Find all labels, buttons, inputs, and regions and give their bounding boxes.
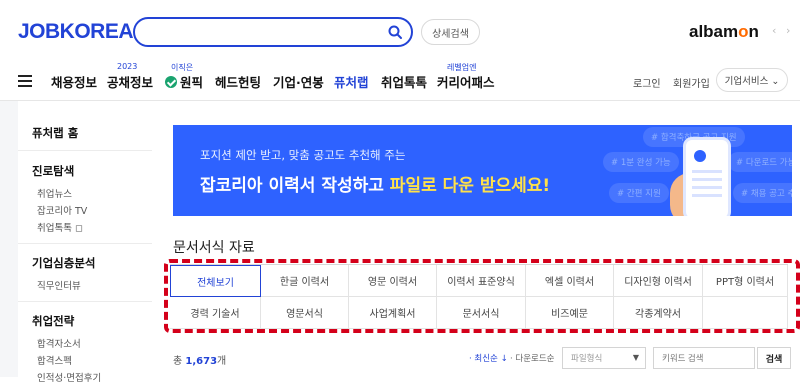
nav-item-open-recruit[interactable]: 공채정보 [107,72,153,91]
promo-banner[interactable]: # 합격축하금 공고 지원 # 1분 완성 가능 # 다운로드 가능 # 간편 … [173,125,792,216]
banner-title-highlight: 파일로 다운 받으세요! [389,176,551,196]
nav-item-jobs[interactable]: 채용정보 [51,72,97,91]
sidebar-item-spec[interactable]: 합격스펙 [37,353,72,367]
search-icon[interactable] [387,24,403,40]
tab-excel-resume[interactable]: 엑셀 이력서 [526,265,614,297]
sidebar-section-strategy[interactable]: 취업전략 [32,313,74,329]
sidebar-section-company[interactable]: 기업심층분석 [32,255,95,271]
signup-link[interactable]: 회원가입 [673,75,710,90]
albamon-text-o: o [738,22,749,41]
sort-latest[interactable]: · 최신순 ↓ [469,352,508,364]
total-label: 총 [173,356,186,367]
tab-english-resume[interactable]: 영문 이력서 [349,265,437,297]
keyword-search-input[interactable] [653,347,755,369]
banner-title: 잡코리아 이력서 작성하고 파일로 다운 받으세요! [200,171,550,196]
sidebar-section-career[interactable]: 진로탐색 [32,163,74,179]
category-tabs: 전체보기 한글 이력서 영문 이력서 이력서 표준양식 엑셀 이력서 디자인형 … [170,264,788,329]
nav-sup-2023: 2023 [117,62,138,71]
tab-ppt-resume[interactable]: PPT형 이력서 [703,265,788,297]
albamon-logo[interactable]: albamon [689,22,759,42]
tab-all[interactable]: 전체보기 [170,265,261,297]
prev-arrow-icon[interactable]: ‹ [772,24,776,37]
sidebar-item-coverletter[interactable]: 합격자소서 [37,336,81,350]
banner-title-text: 잡코리아 이력서 작성하고 [200,176,390,196]
tab-standard-resume[interactable]: 이력서 표준양식 [437,265,526,297]
tab-document-forms[interactable]: 문서서식 [437,297,526,329]
sidebar-divider [18,301,152,302]
corp-service-dropdown[interactable]: 기업서비스 ⌄ [716,68,788,92]
sort-downloads[interactable]: · 다운로드순 [510,352,555,364]
search-button[interactable]: 검색 [757,347,791,369]
sidebar-item-tv[interactable]: 잡코리아 TV [37,203,87,217]
tab-business-examples[interactable]: 비즈예문 [526,297,614,329]
check-icon [165,76,177,88]
albamon-text-n: n [748,22,759,41]
sidebar-home[interactable]: 퓨처랩 홈 [32,125,78,141]
tab-english-forms[interactable]: 영문서식 [261,297,349,329]
banner-tag: # 1분 완성 가능 [603,152,679,172]
section-title: 문서서식 자료 [173,240,255,256]
file-type-select[interactable]: 파일형식 ▼ [562,347,646,369]
nav-item-onepick[interactable]: 원픽 [165,72,203,91]
banner-tag: # 다운로드 가능 [728,152,792,172]
tab-design-resume[interactable]: 디자인형 이력서 [614,265,703,297]
chevron-down-icon: ▼ [632,353,639,362]
nav-item-careerpath[interactable]: 커리어패스 [437,72,495,91]
total-suffix: 개 [217,356,227,367]
nav-item-futurelab[interactable]: 퓨처랩 [334,72,369,91]
file-type-label: 파일형식 [571,354,603,364]
login-link[interactable]: 로그인 [633,75,661,90]
total-number: 1,673 [185,356,218,367]
banner-tag: # 간편 지원 [609,183,669,203]
sidebar-item-news[interactable]: 취업뉴스 [37,186,72,200]
banner-subtitle: 포지션 제안 받고, 맞춤 공고도 추천해 주는 [200,148,406,162]
tab-empty [703,297,788,329]
tab-business-plan[interactable]: 사업계획서 [349,297,437,329]
nav-item-onepick-label: 원픽 [180,75,204,90]
sidebar-item-reviews[interactable]: 인적성·면접후기 [37,370,101,384]
sidebar-item-interview[interactable]: 직무인터뷰 [37,278,81,292]
nav-item-company-salary[interactable]: 기업·연봉 [273,72,324,91]
sidebar-divider [18,150,152,151]
hamburger-menu-icon[interactable] [18,75,32,87]
total-count: 총 1,673개 [173,352,226,367]
phone-illustration [683,137,731,216]
tab-contracts[interactable]: 각종계약서 [614,297,703,329]
search-box [133,17,413,47]
jobkorea-logo[interactable]: JOBKOREA [18,20,134,44]
search-input[interactable] [145,23,385,41]
sidebar-item-talk[interactable]: 취업톡톡 ◻ [37,220,83,234]
tab-career-description[interactable]: 경력 기술서 [170,297,261,329]
nav-item-talk[interactable]: 취업톡톡 [381,72,427,91]
sidebar-divider [18,243,152,244]
banner-tag: # 채용 공고 추천 [733,183,792,203]
tab-korean-resume[interactable]: 한글 이력서 [261,265,349,297]
next-arrow-icon[interactable]: › [786,24,790,37]
albamon-text-a: albam [689,22,739,41]
advanced-search-button[interactable]: 상세검색 [421,19,480,45]
nav-item-headhunting[interactable]: 헤드헌팅 [215,72,261,91]
